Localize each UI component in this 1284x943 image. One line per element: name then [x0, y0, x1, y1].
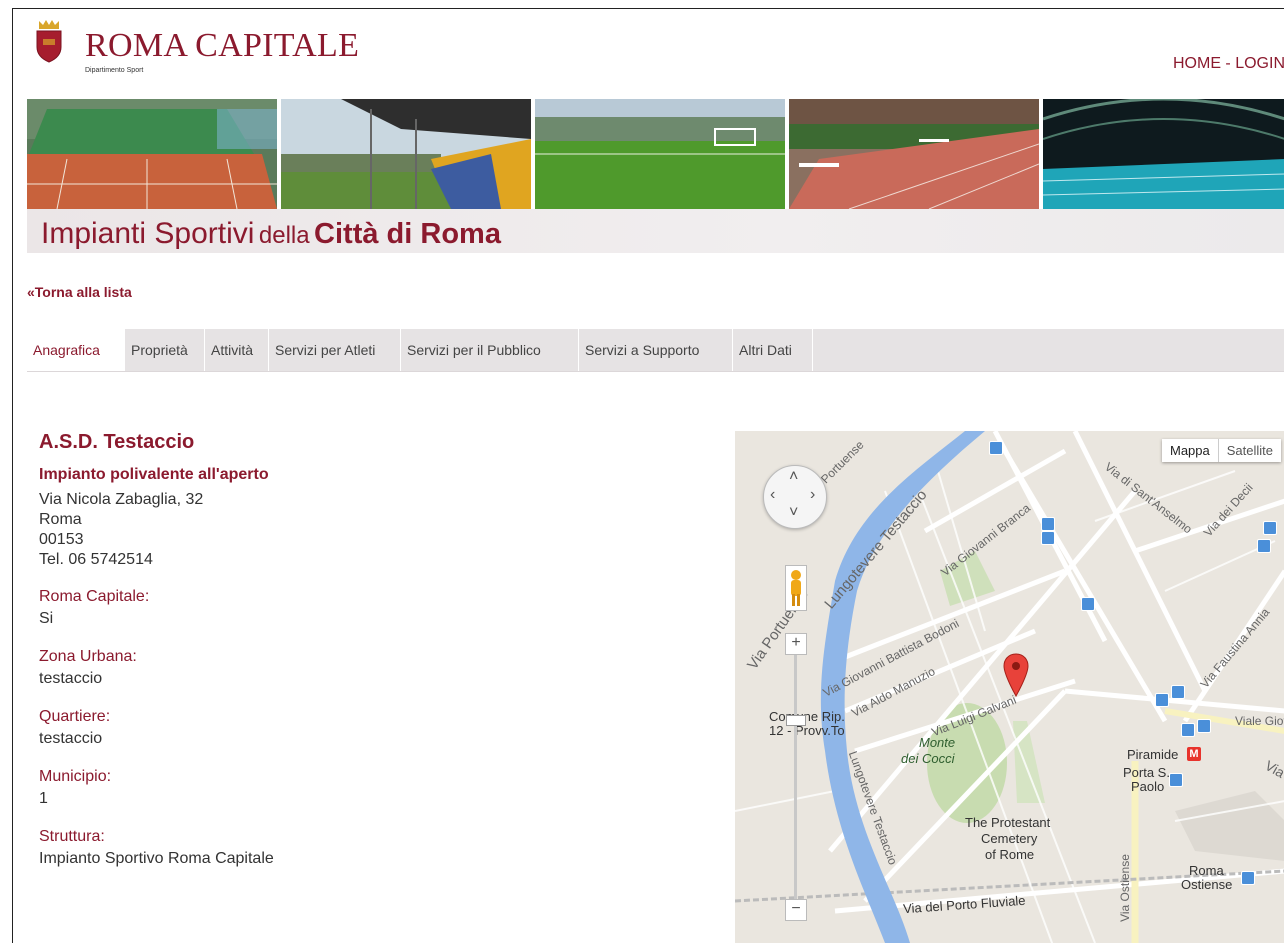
roma-shield-logo[interactable] [35, 19, 63, 63]
map-type-control: Mappa Satellite [1162, 439, 1281, 462]
page-frame: ROMA CAPITALE Dipartimento Sport HOME - … [12, 8, 1284, 943]
location-map[interactable]: Portuense Via Portuense Lungotevere Test… [735, 431, 1284, 943]
field-value: testaccio [39, 730, 103, 747]
bus-stop-icon [1257, 539, 1271, 553]
field-value: 1 [39, 790, 48, 807]
street-view-pegman-icon[interactable] [785, 565, 807, 611]
pan-down-icon[interactable]: ˅ [789, 504, 798, 522]
facility-type: Impianto polivalente all'aperto [39, 466, 269, 483]
banner-title-part3: Città di Roma [314, 218, 501, 250]
pan-right-icon[interactable]: › [810, 486, 815, 504]
map-type-map-button[interactable]: Mappa [1162, 439, 1219, 462]
swimming-pool-photo [1043, 99, 1284, 209]
department-subtitle: Dipartimento Sport [85, 67, 144, 74]
map-label-via-ostiense: Via Ostiense [1117, 854, 1132, 922]
field-label: Quartiere: [39, 708, 111, 725]
facility-phone: Tel. 06 5742514 [39, 551, 153, 568]
map-label-cemetery-1: The Protestant [965, 815, 1051, 830]
field-value: Si [39, 610, 54, 627]
stadium-stands-photo [281, 99, 531, 209]
tab-attivita[interactable]: Attività [205, 329, 269, 371]
zoom-in-button[interactable]: + [785, 633, 807, 655]
facility-city: Roma [39, 511, 82, 528]
bus-stop-icon [1041, 531, 1055, 545]
bus-stop-icon [1263, 521, 1277, 535]
field-label: Zona Urbana: [39, 648, 137, 665]
facility-cap: 00153 [39, 531, 84, 548]
home-link[interactable]: HOME [1173, 55, 1221, 72]
banner-title-part2: della [258, 222, 310, 249]
facility-info: A.S.D. Testaccio Impianto polivalente al… [39, 431, 699, 870]
tennis-courts-photo [27, 99, 277, 209]
metro-icon: M [1187, 747, 1201, 761]
pan-left-icon[interactable]: ‹ [770, 486, 775, 504]
bus-stop-icon [1155, 693, 1169, 707]
field-roma-capitale: Roma Capitale: Si [39, 586, 699, 630]
tab-proprieta[interactable]: Proprietà [125, 329, 205, 371]
facility-address-block: Via Nicola Zabaglia, 32 Roma 00153 Tel. … [39, 490, 699, 570]
field-value: Impianto Sportivo Roma Capitale [39, 850, 274, 867]
athletics-track-photo [789, 99, 1039, 209]
field-label: Roma Capitale: [39, 588, 150, 605]
map-label-comune-1: Comune Rip. [769, 709, 845, 724]
map-label-roma-ostiense-2: Ostiense [1181, 877, 1233, 892]
bus-stop-icon [1197, 719, 1211, 733]
banner: Impianti Sportivi della Città di Roma [27, 99, 1284, 253]
banner-title-part1: Impianti Sportivi [41, 217, 255, 250]
map-label-porta: Porta S. [1123, 765, 1170, 780]
map-label-comune-2: 12 - Provv.To [769, 723, 845, 738]
facility-name: A.S.D. Testaccio [39, 431, 195, 453]
map-label-paolo: Paolo [1131, 779, 1165, 794]
train-station-icon [1169, 773, 1183, 787]
map-label-dei-cocci: dei Cocci [901, 751, 955, 766]
location-marker-icon[interactable] [1003, 653, 1029, 697]
tab-bar: Anagrafica Proprietà Attività Servizi pe… [27, 329, 1284, 372]
field-municipio: Municipio: 1 [39, 766, 699, 810]
field-quartiere: Quartiere: testaccio [39, 706, 699, 750]
field-label: Struttura: [39, 828, 105, 845]
bus-stop-icon [989, 441, 1003, 455]
bus-stop-icon [1041, 517, 1055, 531]
facility-address: Via Nicola Zabaglia, 32 [39, 491, 204, 508]
site-title[interactable]: ROMA CAPITALE [85, 27, 359, 65]
football-field-photo [535, 99, 785, 209]
pan-up-icon[interactable]: ˄ [789, 468, 798, 486]
zoom-slider-thumb[interactable] [786, 715, 806, 726]
banner-title: Impianti Sportivi della Città di Roma [41, 217, 501, 251]
tab-servizi-pubblico[interactable]: Servizi per il Pubblico [401, 329, 579, 371]
bus-stop-icon [1171, 685, 1185, 699]
tab-altri-dati[interactable]: Altri Dati [733, 329, 813, 371]
map-label-cemetery-3: of Rome [985, 847, 1035, 862]
map-type-satellite-button[interactable]: Satellite [1218, 439, 1281, 462]
field-value: testaccio [39, 670, 103, 687]
nav-separator: - [1220, 55, 1236, 72]
map-label-monte: Monte [919, 735, 956, 750]
tab-servizi-atleti[interactable]: Servizi per Atleti [269, 329, 401, 371]
tab-anagrafica[interactable]: Anagrafica [27, 329, 125, 371]
map-label-piramide: Piramide [1127, 747, 1179, 762]
map-label-cemetery-2: Cemetery [981, 831, 1038, 846]
top-navigation: HOME - LOGIN [1173, 55, 1284, 73]
bus-stop-icon [1181, 723, 1195, 737]
zoom-slider-track[interactable] [794, 655, 797, 907]
back-to-list-link[interactable]: «Torna alla lista [27, 284, 132, 300]
map-label-roma-ostiense-1: Roma [1189, 863, 1224, 878]
train-station-icon [1241, 871, 1255, 885]
tab-servizi-supporto[interactable]: Servizi a Supporto [579, 329, 733, 371]
field-label: Municipio: [39, 768, 112, 785]
bus-stop-icon [1081, 597, 1095, 611]
zoom-out-button[interactable]: − [785, 899, 807, 921]
pan-control[interactable]: ˄ ‹ › ˅ [763, 465, 827, 529]
login-link[interactable]: LOGIN [1235, 55, 1284, 72]
map-label-viale-giotto: Viale Giot [1235, 714, 1284, 728]
field-zona-urbana: Zona Urbana: testaccio [39, 646, 699, 690]
field-struttura: Struttura: Impianto Sportivo Roma Capita… [39, 826, 699, 870]
